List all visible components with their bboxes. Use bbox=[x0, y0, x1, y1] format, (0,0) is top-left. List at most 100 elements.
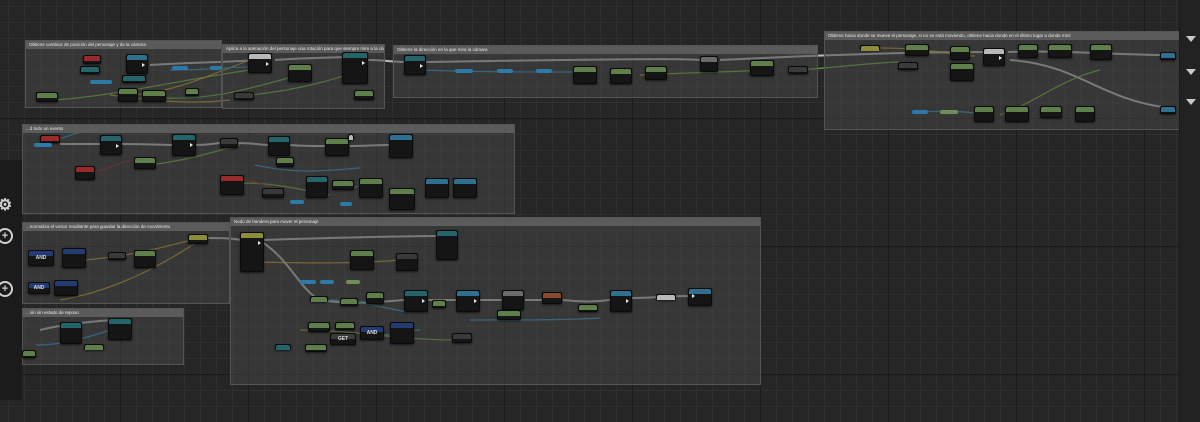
collapse-arrow-icon[interactable] bbox=[1186, 69, 1196, 75]
blueprint-node[interactable] bbox=[275, 344, 291, 350]
blueprint-node[interactable] bbox=[108, 252, 126, 260]
reroute-node[interactable] bbox=[912, 110, 928, 114]
blueprint-node[interactable] bbox=[1048, 44, 1072, 58]
blueprint-node[interactable] bbox=[350, 250, 374, 270]
blueprint-node[interactable]: GET bbox=[330, 333, 356, 345]
reroute-node[interactable] bbox=[320, 280, 334, 284]
blueprint-node[interactable] bbox=[436, 230, 458, 260]
blueprint-node[interactable] bbox=[240, 232, 264, 272]
blueprint-node[interactable] bbox=[62, 248, 86, 268]
blueprint-node[interactable] bbox=[288, 64, 312, 82]
blueprint-node[interactable] bbox=[404, 290, 428, 312]
blueprint-node[interactable] bbox=[100, 135, 122, 155]
blueprint-node[interactable] bbox=[974, 106, 994, 122]
reroute-node[interactable] bbox=[346, 280, 360, 284]
collapse-arrow-icon[interactable] bbox=[1186, 99, 1196, 105]
reroute-node[interactable] bbox=[536, 69, 552, 73]
blueprint-node[interactable] bbox=[860, 45, 880, 51]
blueprint-node[interactable] bbox=[983, 48, 1005, 66]
reroute-node[interactable] bbox=[172, 66, 188, 70]
blueprint-node[interactable] bbox=[220, 175, 244, 195]
blueprint-node[interactable] bbox=[60, 322, 82, 344]
blueprint-node[interactable] bbox=[389, 134, 413, 158]
blueprint-node[interactable]: AND bbox=[28, 250, 54, 266]
blueprint-node[interactable]: AND bbox=[360, 326, 384, 340]
blueprint-node[interactable] bbox=[340, 298, 358, 306]
reroute-node[interactable] bbox=[300, 280, 316, 284]
blueprint-node[interactable] bbox=[1160, 106, 1176, 114]
blueprint-node[interactable] bbox=[308, 322, 330, 332]
blueprint-node[interactable] bbox=[188, 234, 208, 244]
blueprint-node[interactable] bbox=[40, 135, 60, 143]
gear-icon[interactable]: ⚙ bbox=[0, 198, 13, 214]
blueprint-node[interactable] bbox=[122, 75, 146, 83]
reroute-node[interactable] bbox=[340, 202, 352, 206]
blueprint-node[interactable] bbox=[22, 350, 36, 358]
blueprint-node[interactable] bbox=[310, 296, 328, 302]
blueprint-node[interactable] bbox=[354, 90, 374, 100]
reroute-node[interactable] bbox=[34, 143, 52, 147]
blueprint-node[interactable] bbox=[142, 90, 166, 102]
blueprint-node[interactable] bbox=[1075, 106, 1095, 122]
blueprint-node[interactable] bbox=[108, 318, 132, 340]
blueprint-node[interactable] bbox=[1040, 106, 1062, 118]
blueprint-node[interactable] bbox=[404, 55, 426, 75]
blueprint-node[interactable] bbox=[134, 157, 156, 169]
blueprint-node[interactable] bbox=[1005, 106, 1029, 122]
blueprint-node[interactable] bbox=[126, 54, 148, 74]
blueprint-node[interactable] bbox=[342, 52, 368, 84]
add-circle-icon[interactable]: + bbox=[0, 228, 13, 244]
blueprint-node[interactable] bbox=[425, 178, 449, 198]
blueprint-node[interactable] bbox=[656, 294, 676, 300]
blueprint-node[interactable] bbox=[234, 92, 254, 100]
blueprint-node[interactable] bbox=[83, 55, 101, 64]
collapse-arrow-icon[interactable] bbox=[1186, 36, 1196, 42]
blueprint-node[interactable] bbox=[645, 66, 667, 80]
blueprint-node[interactable] bbox=[359, 178, 383, 198]
blueprint-node[interactable] bbox=[75, 166, 95, 180]
reroute-node[interactable] bbox=[210, 66, 222, 70]
blueprint-node[interactable] bbox=[134, 250, 156, 268]
blueprint-node[interactable] bbox=[396, 253, 418, 271]
add-circle-icon[interactable]: + bbox=[0, 281, 13, 297]
blueprint-node[interactable] bbox=[80, 66, 100, 74]
blueprint-node[interactable] bbox=[348, 134, 354, 140]
reroute-node[interactable] bbox=[455, 69, 473, 73]
blueprint-node[interactable] bbox=[389, 188, 415, 210]
blueprint-node[interactable] bbox=[950, 63, 974, 81]
blueprint-node[interactable]: AND bbox=[28, 282, 50, 294]
blueprint-node[interactable] bbox=[118, 88, 138, 102]
blueprint-node[interactable] bbox=[36, 92, 58, 102]
blueprint-node[interactable] bbox=[306, 176, 328, 198]
blueprint-node[interactable] bbox=[700, 56, 718, 72]
blueprint-node[interactable] bbox=[432, 300, 446, 308]
blueprint-node[interactable] bbox=[542, 292, 562, 304]
blueprint-node[interactable] bbox=[220, 138, 238, 148]
blueprint-node[interactable] bbox=[1160, 52, 1176, 60]
blueprint-node[interactable] bbox=[750, 60, 774, 76]
blueprint-node[interactable] bbox=[788, 66, 808, 74]
blueprint-node[interactable] bbox=[688, 288, 712, 306]
blueprint-node[interactable] bbox=[497, 310, 521, 320]
blueprint-node[interactable] bbox=[502, 290, 524, 310]
blueprint-node[interactable] bbox=[452, 333, 472, 343]
blueprint-node[interactable] bbox=[172, 134, 196, 156]
blueprint-node[interactable] bbox=[898, 62, 918, 70]
blueprint-node[interactable] bbox=[248, 53, 272, 73]
reroute-node[interactable] bbox=[90, 80, 112, 84]
blueprint-node[interactable] bbox=[84, 344, 104, 350]
blueprint-node[interactable] bbox=[325, 138, 349, 156]
blueprint-node[interactable] bbox=[578, 304, 598, 312]
blueprint-node[interactable] bbox=[573, 66, 597, 84]
blueprint-node[interactable] bbox=[366, 292, 384, 304]
blueprint-node[interactable] bbox=[185, 88, 199, 96]
blueprint-node[interactable] bbox=[390, 322, 414, 344]
blueprint-node[interactable] bbox=[305, 344, 327, 352]
reroute-node[interactable] bbox=[290, 200, 304, 204]
blueprint-node[interactable] bbox=[610, 68, 632, 84]
blueprint-node[interactable] bbox=[456, 290, 480, 312]
blueprint-node[interactable] bbox=[262, 188, 284, 198]
blueprint-node[interactable] bbox=[610, 290, 632, 312]
blueprint-node[interactable] bbox=[1018, 44, 1038, 58]
blueprint-node[interactable] bbox=[268, 136, 290, 156]
